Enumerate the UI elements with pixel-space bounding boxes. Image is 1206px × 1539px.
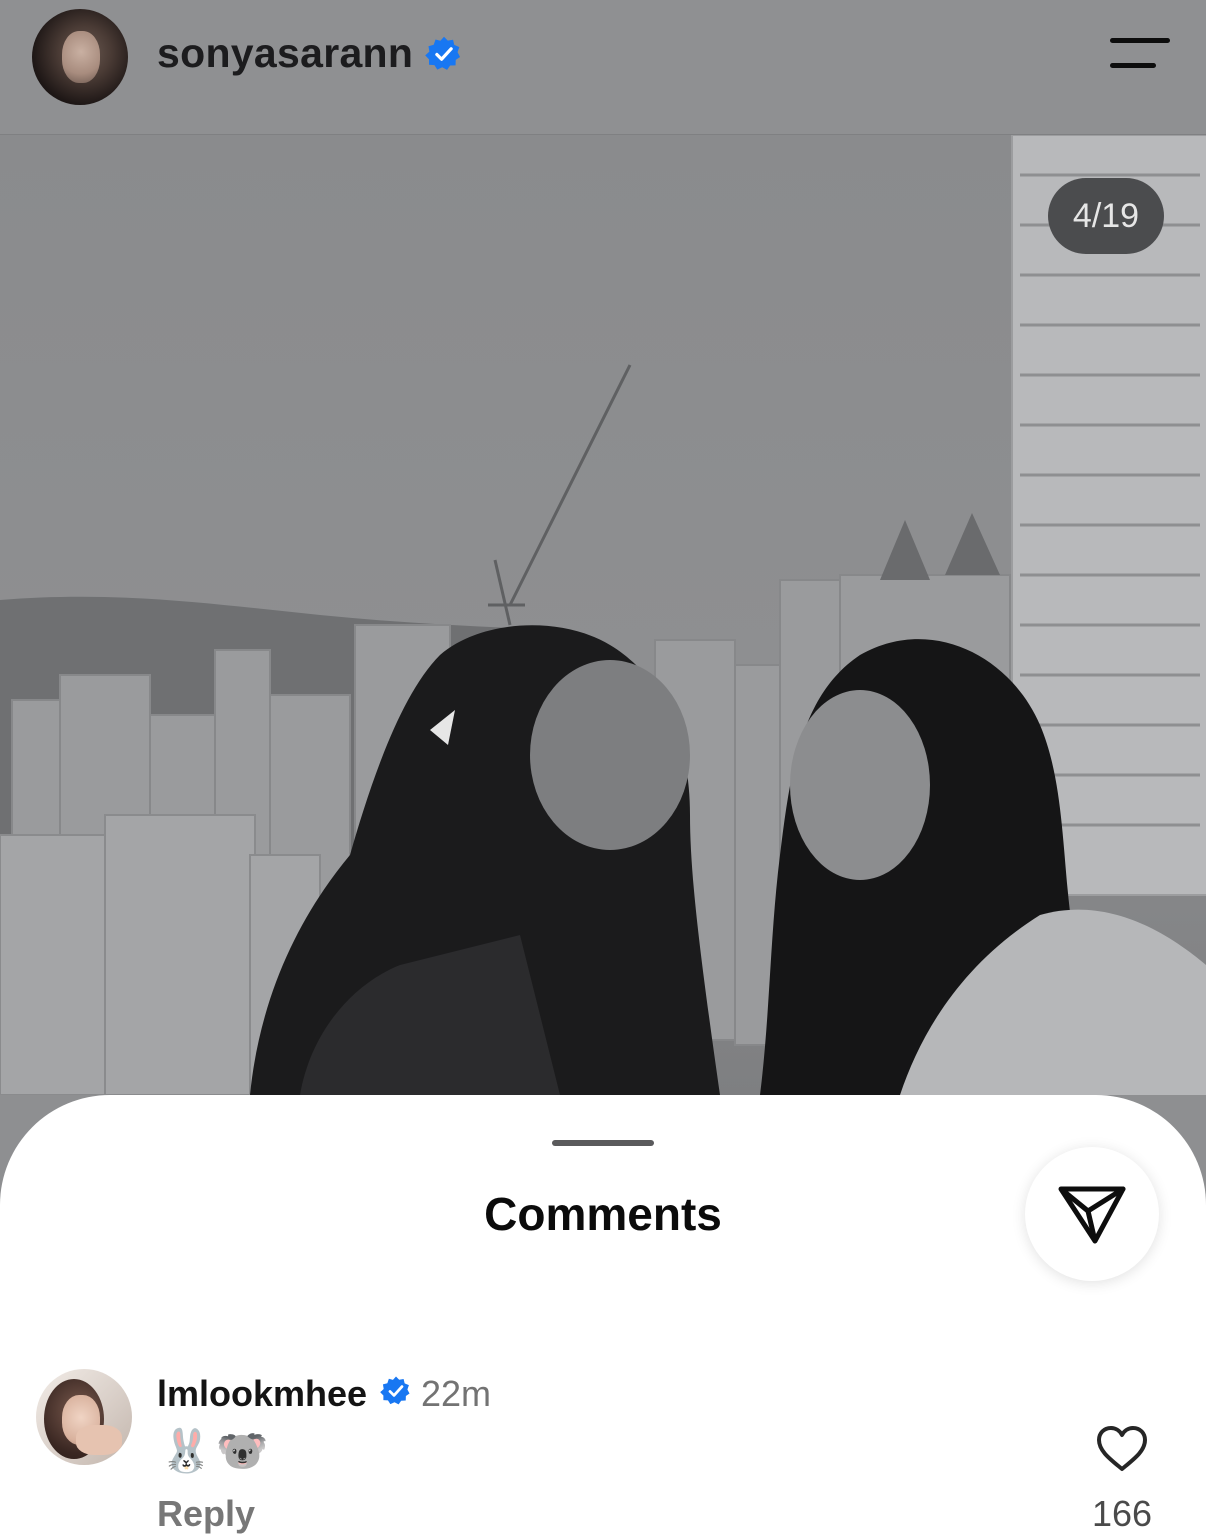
comment-text: 🐰🐨 — [160, 1426, 273, 1475]
avatar-face — [62, 31, 100, 83]
comment-timestamp: 22m — [421, 1373, 492, 1414]
like-count: 166 — [1091, 1493, 1153, 1534]
send-icon — [1058, 1186, 1126, 1244]
post-header: sonyasarann — [0, 0, 1206, 135]
profile-username[interactable]: sonyasarann — [157, 30, 413, 77]
commenter-avatar[interactable] — [36, 1369, 132, 1465]
comment-item: lmlookmhee 22m 🐰🐨 Reply 166 — [0, 1365, 1206, 1539]
profile-avatar[interactable] — [32, 9, 128, 105]
menu-line-bottom — [1110, 63, 1156, 68]
share-button[interactable] — [1025, 1147, 1159, 1281]
heart-icon[interactable] — [1096, 1425, 1148, 1473]
photo-scene — [0, 135, 1206, 1095]
commenter-username[interactable]: lmlookmhee — [157, 1373, 367, 1415]
media-counter: 4/19 — [1048, 178, 1164, 254]
reply-button[interactable]: Reply — [157, 1493, 255, 1535]
sheet-grabber[interactable] — [552, 1140, 654, 1146]
post-photo[interactable] — [0, 135, 1206, 1095]
menu-icon[interactable] — [1100, 30, 1178, 80]
menu-line-top — [1110, 38, 1170, 43]
verified-badge-icon — [425, 36, 461, 70]
verified-badge-icon — [380, 1376, 410, 1405]
avatar-hand — [76, 1425, 122, 1455]
comments-sheet: Comments lmlookmhee 22m 🐰🐨 Reply 166 — [0, 1095, 1206, 1539]
